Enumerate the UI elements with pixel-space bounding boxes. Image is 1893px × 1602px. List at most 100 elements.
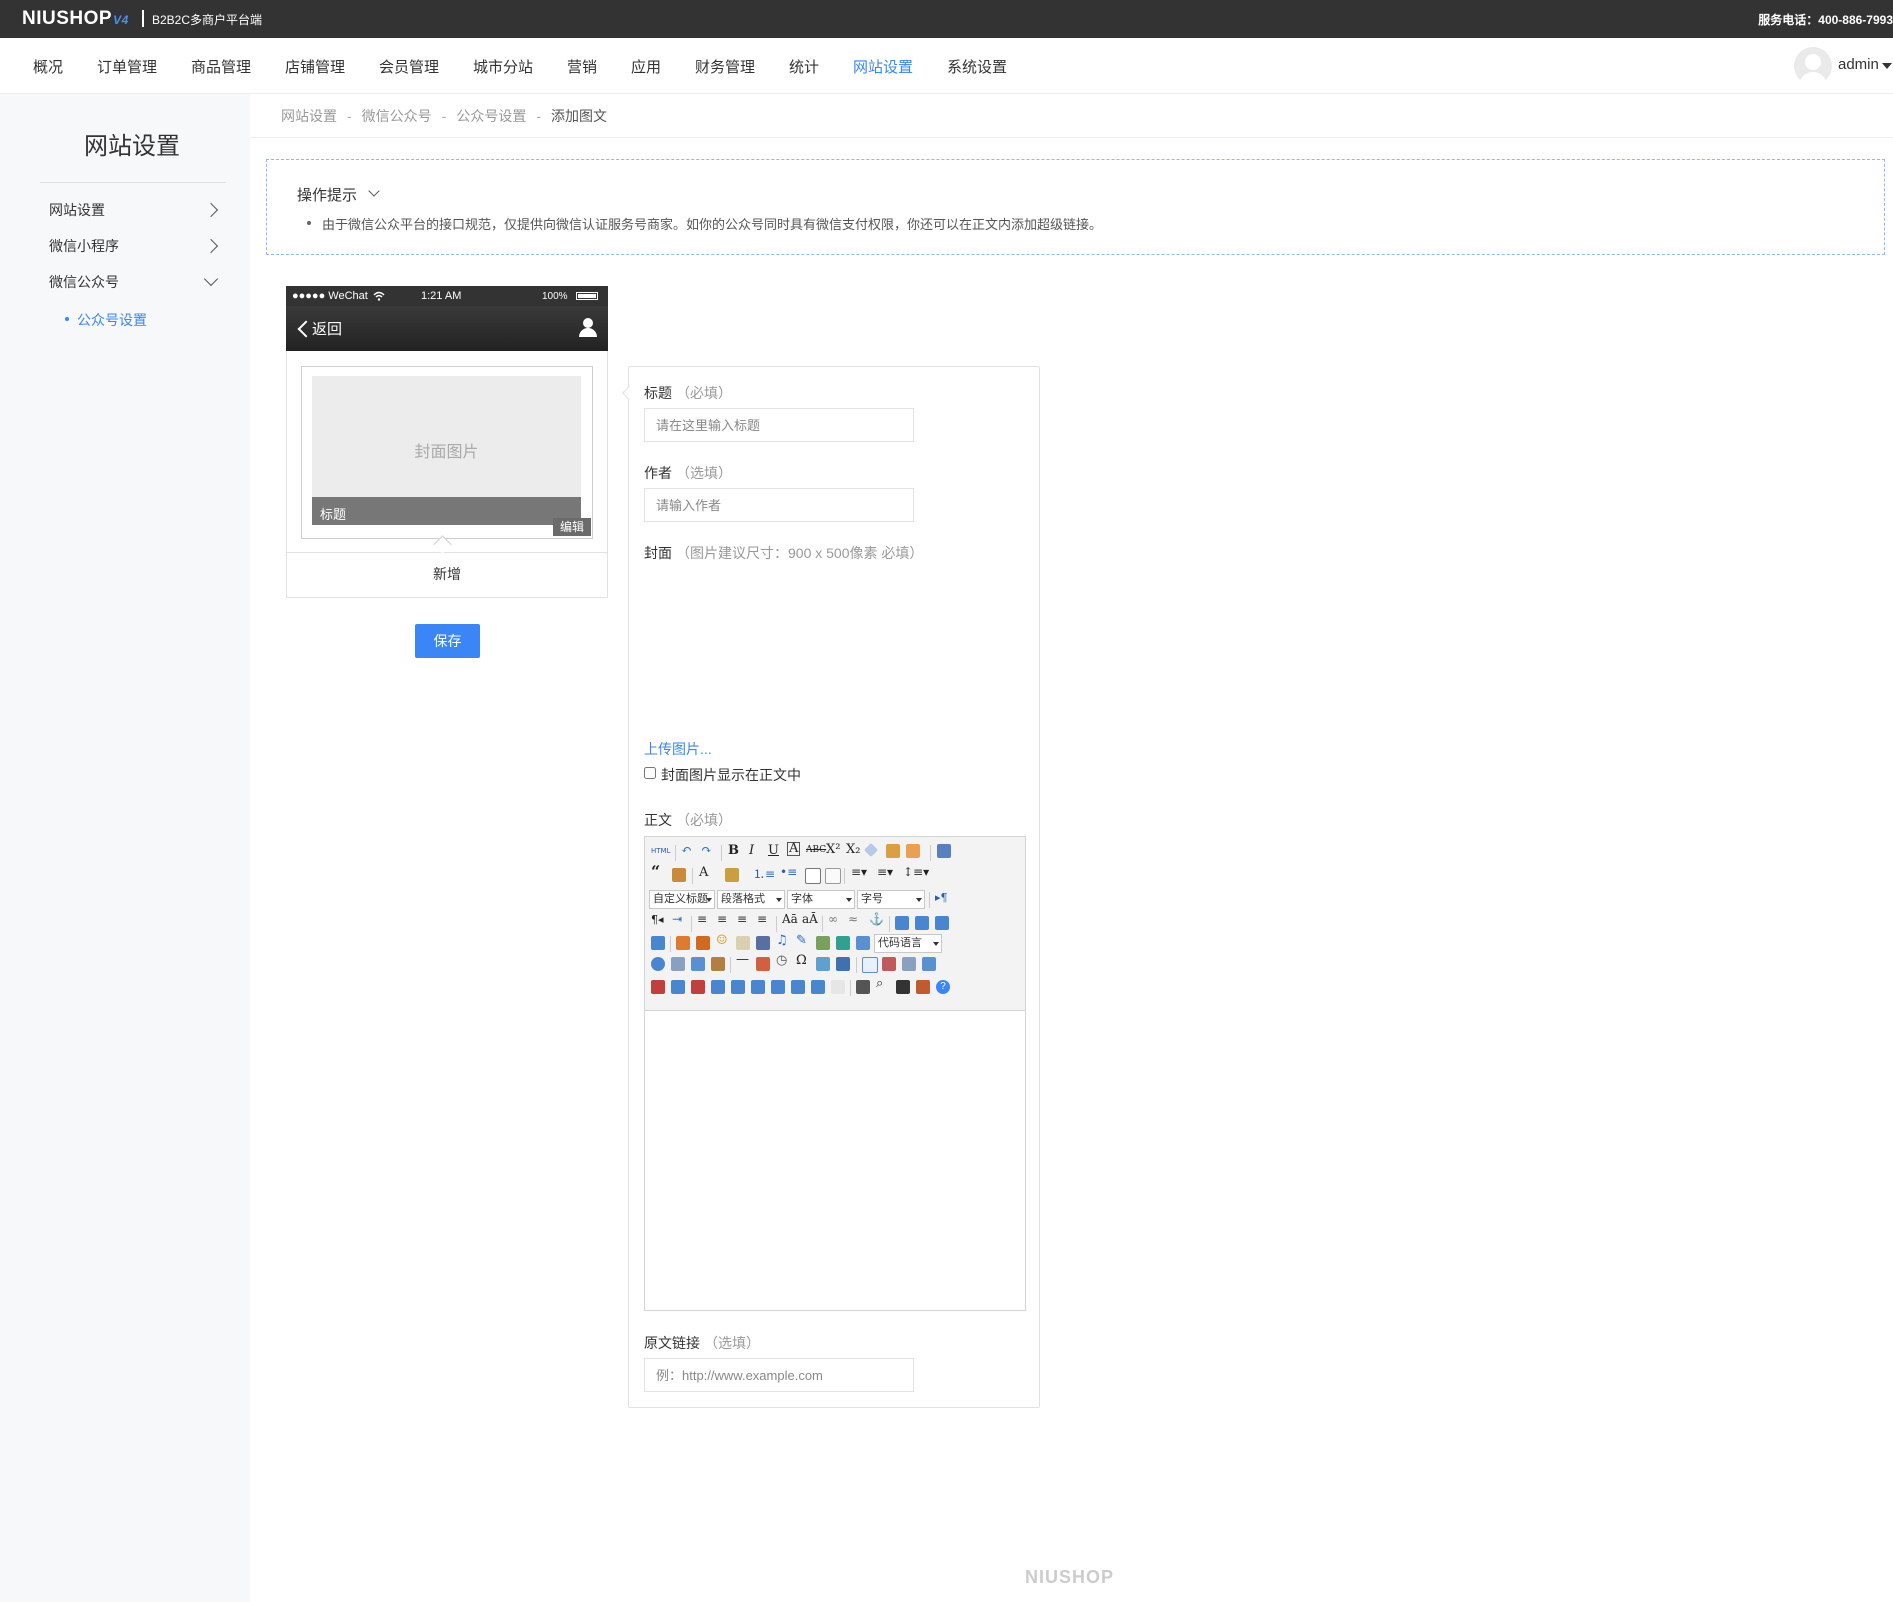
- breadcrumb-item[interactable]: 网站设置: [281, 108, 337, 124]
- breadcrumb-item[interactable]: 公众号设置: [456, 108, 526, 124]
- split-to-cols-icon[interactable]: [811, 980, 825, 994]
- insert-image-icon[interactable]: [696, 936, 710, 950]
- breadcrumb-item[interactable]: 微信公众号: [362, 108, 432, 124]
- insert-col-icon[interactable]: [671, 980, 685, 994]
- horizontal-rule-icon[interactable]: —: [736, 952, 749, 967]
- select-all-icon[interactable]: [805, 868, 821, 884]
- special-chars-icon[interactable]: Ω: [796, 953, 807, 968]
- help-icon[interactable]: ?: [936, 980, 950, 994]
- nav-item-overview[interactable]: 概况: [33, 56, 63, 77]
- lowercase-icon[interactable]: aĀ: [802, 912, 818, 926]
- insert-video-icon[interactable]: [756, 936, 770, 950]
- source-link-input[interactable]: [644, 1358, 914, 1392]
- time-icon[interactable]: ◷: [776, 953, 787, 968]
- upload-image-link[interactable]: 上传图片...: [644, 739, 712, 759]
- page-break-icon[interactable]: [856, 936, 870, 950]
- chevron-down-icon[interactable]: [368, 185, 380, 197]
- bold-icon[interactable]: B: [728, 843, 739, 858]
- charts-icon[interactable]: [831, 980, 845, 994]
- word-image-icon[interactable]: [816, 957, 830, 971]
- emotion-icon[interactable]: ☺: [716, 933, 728, 948]
- image-none-icon[interactable]: [895, 916, 909, 930]
- user-name[interactable]: admin: [1838, 56, 1879, 73]
- font-size-select[interactable]: 字号: [857, 890, 925, 909]
- nav-item-shops[interactable]: 店铺管理: [285, 56, 345, 77]
- snapscreen-icon[interactable]: [836, 957, 850, 971]
- search-replace-icon[interactable]: [896, 980, 910, 994]
- person-icon[interactable]: [578, 318, 598, 338]
- delete-col-icon[interactable]: [691, 980, 705, 994]
- insert-row-icon[interactable]: [922, 957, 936, 971]
- align-justify-icon[interactable]: ≡: [757, 912, 767, 926]
- insert-table-icon[interactable]: [862, 957, 878, 973]
- chevron-right-icon[interactable]: [203, 202, 219, 218]
- print-icon[interactable]: [856, 980, 870, 994]
- nav-item-website-settings[interactable]: 网站设置: [853, 56, 913, 77]
- align-right-icon[interactable]: ≡: [737, 912, 747, 926]
- nav-item-goods[interactable]: 商品管理: [191, 56, 251, 77]
- simple-upload-icon[interactable]: [676, 936, 690, 950]
- subscript-icon[interactable]: X₂: [846, 842, 860, 857]
- clear-doc-icon[interactable]: [825, 868, 841, 884]
- nav-item-apps[interactable]: 应用: [631, 56, 661, 77]
- auto-format-icon[interactable]: [906, 844, 920, 858]
- nav-item-finance[interactable]: 财务管理: [695, 56, 755, 77]
- delete-table-icon[interactable]: [882, 957, 896, 971]
- author-input[interactable]: [644, 488, 914, 522]
- indent-icon[interactable]: ⇥: [672, 912, 682, 926]
- save-button[interactable]: 保存: [415, 624, 480, 658]
- insert-code-icon[interactable]: [836, 936, 850, 950]
- back-button[interactable]: 返回: [312, 318, 342, 339]
- merge-down-icon[interactable]: [751, 980, 765, 994]
- merge-right-icon[interactable]: [731, 980, 745, 994]
- row-spacing-bottom-icon[interactable]: ≡▾: [877, 865, 893, 879]
- image-center-icon[interactable]: [651, 936, 665, 950]
- sidebar-item-mini-program[interactable]: 微信小程序: [49, 236, 119, 256]
- image-right-icon[interactable]: [935, 916, 949, 930]
- preview-search-icon[interactable]: ⌕: [876, 976, 883, 991]
- nav-item-marketing[interactable]: 营销: [567, 56, 597, 77]
- template-icon[interactable]: [711, 957, 725, 971]
- scrawl-icon[interactable]: [736, 936, 750, 950]
- custom-title-select[interactable]: 自定义标题: [649, 890, 715, 909]
- nav-item-system-settings[interactable]: 系统设置: [947, 56, 1007, 77]
- directionality-ltr-icon[interactable]: ▸¶: [935, 891, 948, 904]
- html-source-icon[interactable]: HTML: [651, 847, 670, 855]
- nav-item-city-station[interactable]: 城市分站: [473, 56, 533, 77]
- split-to-rows-icon[interactable]: [791, 980, 805, 994]
- sidebar-subitem-official-settings[interactable]: 公众号设置: [77, 310, 147, 330]
- insert-frame-page-icon[interactable]: [691, 957, 705, 971]
- merge-cells-icon[interactable]: [711, 980, 725, 994]
- add-article-button[interactable]: 新增: [286, 564, 608, 584]
- music-icon[interactable]: ♫: [776, 933, 788, 948]
- blockquote-icon[interactable]: “: [651, 862, 660, 881]
- remove-format-icon[interactable]: [863, 842, 879, 858]
- title-input[interactable]: [644, 408, 914, 442]
- nav-item-orders[interactable]: 订单管理: [97, 56, 157, 77]
- font-color-icon[interactable]: A: [699, 865, 708, 880]
- row-spacing-top-icon[interactable]: ≡▾: [851, 865, 867, 879]
- split-to-cells-icon[interactable]: [771, 980, 785, 994]
- ordered-list-icon[interactable]: ⒈≡: [753, 865, 775, 882]
- sidebar-item-website-settings[interactable]: 网站设置: [49, 200, 105, 220]
- font-family-select[interactable]: 字体: [787, 890, 855, 909]
- sidebar-item-wechat-official[interactable]: 微信公众号: [49, 272, 119, 292]
- link-icon[interactable]: ∞: [828, 912, 838, 926]
- map-icon[interactable]: [651, 957, 665, 971]
- code-language-select[interactable]: 代码语言: [874, 934, 942, 953]
- edit-button[interactable]: 编辑: [553, 518, 591, 536]
- avatar[interactable]: [1794, 47, 1832, 85]
- paragraph-format-select[interactable]: 段落格式: [717, 890, 785, 909]
- show-cover-checkbox[interactable]: [644, 767, 656, 779]
- gmap-icon[interactable]: [671, 957, 685, 971]
- drafts-icon[interactable]: [916, 980, 930, 994]
- insert-frame-icon[interactable]: [816, 936, 830, 950]
- font-border-icon[interactable]: A: [787, 842, 801, 856]
- superscript-icon[interactable]: X²: [826, 842, 840, 857]
- delete-row-icon[interactable]: [651, 980, 665, 994]
- redo-icon[interactable]: ↷: [701, 843, 712, 858]
- insert-paragraph-before-table-icon[interactable]: [902, 957, 916, 971]
- underline-icon[interactable]: U: [768, 843, 779, 858]
- tips-title[interactable]: 操作提示: [297, 184, 357, 205]
- unlink-icon[interactable]: ≈: [848, 912, 858, 926]
